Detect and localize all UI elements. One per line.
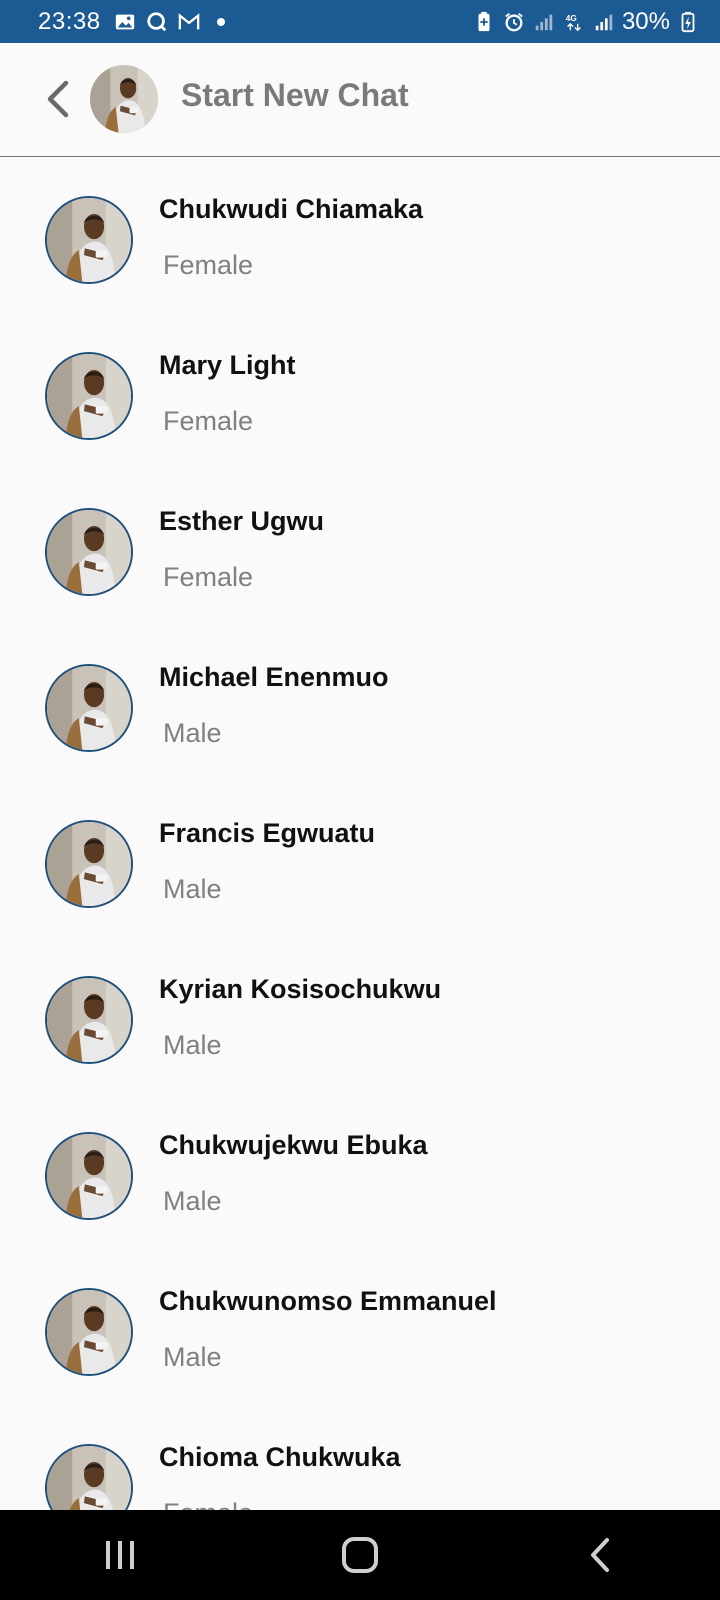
home-icon [342, 1537, 378, 1573]
contact-name: Chioma Chukwuka [159, 1442, 401, 1472]
contact-name: Francis Egwuatu [159, 818, 376, 848]
user-avatar-image [47, 198, 131, 282]
contact-name: Mary Light [159, 350, 296, 380]
contact-list-item[interactable]: Esther Ugwu Female [0, 470, 720, 626]
contact-list-item[interactable]: Michael Enenmuo Male [0, 626, 720, 782]
user-avatar-image [47, 1134, 131, 1218]
search-notification-icon [145, 10, 169, 34]
contact-list-item[interactable]: Mary Light Female [0, 314, 720, 470]
battery-saver-icon [472, 10, 496, 34]
recent-apps-icon [106, 1541, 134, 1569]
contact-name: Chukwudi Chiamaka [159, 194, 424, 224]
user-avatar-image [47, 510, 131, 594]
chevron-left-icon [47, 80, 69, 118]
user-avatar-image [47, 1290, 131, 1374]
svg-text:4G: 4G [566, 14, 577, 23]
status-bar: 23:38 4G 30% [0, 0, 720, 43]
contact-name: Chukwunomso Emmanuel [159, 1286, 497, 1316]
contact-gender: Female [163, 1498, 253, 1510]
contact-name: Chukwujekwu Ebuka [159, 1130, 428, 1160]
alarm-icon [502, 10, 526, 34]
page-title: Start New Chat [181, 77, 409, 113]
contact-list-item[interactable]: Chioma Chukwuka Female [0, 1406, 720, 1510]
signal-1-icon [532, 10, 556, 34]
contact-list-item[interactable]: Chukwujekwu Ebuka Male [0, 1094, 720, 1250]
more-notifications-dot [216, 17, 225, 26]
contact-avatar [45, 196, 133, 284]
contact-name: Kyrian Kosisochukwu [159, 974, 442, 1004]
battery-percent: 30% [621, 7, 670, 35]
user-avatar-image [47, 822, 131, 906]
user-avatar-image [47, 354, 131, 438]
user-avatar-image [90, 65, 158, 133]
user-avatar-image [47, 978, 131, 1062]
contact-avatar [45, 820, 133, 908]
system-back-button[interactable] [560, 1525, 640, 1585]
gallery-icon [113, 10, 137, 34]
contact-list-item[interactable]: Kyrian Kosisochukwu Male [0, 938, 720, 1094]
user-avatar-image [47, 1446, 131, 1510]
status-time: 23:38 [38, 7, 101, 35]
navigation-bar [0, 1510, 720, 1600]
contact-avatar [45, 976, 133, 1064]
header-avatar[interactable] [90, 65, 158, 133]
contact-gender: Male [163, 1186, 222, 1216]
contact-list-item[interactable]: Francis Egwuatu Male [0, 782, 720, 938]
contact-list-item[interactable]: Chukwudi Chiamaka Female [0, 158, 720, 314]
signal-2-icon [592, 10, 616, 34]
app-bar: Start New Chat [0, 43, 720, 157]
contact-gender: Male [163, 718, 222, 748]
contact-avatar [45, 664, 133, 752]
contact-gender: Male [163, 1342, 222, 1372]
recent-apps-button[interactable] [80, 1525, 160, 1585]
contact-gender: Male [163, 874, 222, 904]
back-button[interactable] [38, 77, 78, 121]
user-avatar-image [47, 666, 131, 750]
contact-name: Esther Ugwu [159, 506, 325, 536]
contact-gender: Female [163, 250, 254, 280]
contact-gender: Male [163, 1030, 222, 1060]
home-button[interactable] [320, 1525, 400, 1585]
battery-charging-icon [676, 10, 700, 34]
contact-list: Chukwudi Chiamaka Female Mary Light Fema… [0, 158, 720, 1510]
contact-list-item[interactable]: Chukwunomso Emmanuel Male [0, 1250, 720, 1406]
network-type-icon: 4G [562, 10, 586, 34]
contact-name: Michael Enenmuo [159, 662, 389, 692]
contact-avatar [45, 1132, 133, 1220]
contact-avatar [45, 1288, 133, 1376]
back-icon [591, 1538, 609, 1572]
contact-avatar [45, 1444, 133, 1510]
contact-avatar [45, 508, 133, 596]
contact-gender: Female [163, 406, 254, 436]
contact-gender: Female [163, 562, 254, 592]
contact-avatar [45, 352, 133, 440]
gmail-icon [177, 10, 201, 34]
